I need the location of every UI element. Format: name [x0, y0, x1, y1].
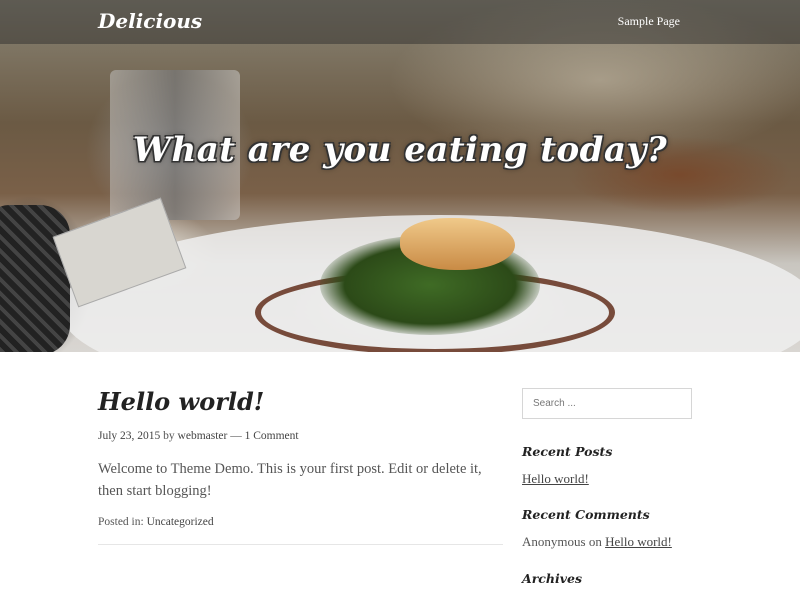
post-meta: July 23, 2015 by webmaster — 1 Comment — [98, 430, 503, 442]
post-categories: Posted in: Uncategorized — [98, 516, 503, 528]
post-article: Hello world! July 23, 2015 by webmaster … — [98, 386, 503, 528]
post-body: Welcome to Theme Demo. This is your firs… — [98, 461, 482, 499]
post-comments-link[interactable]: 1 Comment — [245, 430, 299, 442]
post-title[interactable]: Hello world! — [98, 386, 503, 418]
category-link-uncategorized[interactable]: Uncategorized — [147, 516, 214, 528]
nav-item-sample-page[interactable]: Sample Page — [618, 14, 680, 29]
widget-title-archives: Archives — [522, 571, 582, 586]
recent-post-link[interactable]: Hello world! — [522, 471, 589, 487]
comment-on-label: on — [588, 534, 602, 549]
hero-tagline: What are you eating today? — [132, 130, 668, 170]
widget-recent-posts: Recent Posts Hello world! — [522, 444, 692, 487]
comment-post-link[interactable]: Hello world! — [605, 534, 672, 549]
widget-title-recent-posts: Recent Posts — [522, 444, 613, 459]
hero-fish-image — [400, 218, 515, 270]
site-title-link[interactable]: Delicious — [98, 9, 202, 33]
post-date-link[interactable]: July 23, 2015 — [98, 430, 160, 442]
post-divider — [98, 544, 503, 545]
widget-archives: Archives — [522, 571, 692, 586]
site-header: Delicious Sample Page — [0, 0, 800, 44]
post-author-link[interactable]: webmaster — [178, 430, 228, 442]
sidebar: Recent Posts Hello world! Recent Comment… — [522, 388, 692, 586]
post-by-label: by — [163, 430, 175, 442]
posted-in-label: Posted in: — [98, 516, 144, 528]
widget-recent-comments: Recent Comments Anonymous on Hello world… — [522, 507, 692, 550]
hero-banner: Delicious Sample Page What are you eatin… — [0, 0, 800, 352]
comment-author: Anonymous — [522, 534, 586, 549]
recent-comment-item: Anonymous on Hello world! — [522, 534, 692, 550]
post-meta-separator: — — [230, 430, 242, 442]
widget-title-recent-comments: Recent Comments — [522, 507, 650, 522]
hero-basket-image — [0, 205, 70, 352]
search-input[interactable] — [522, 388, 692, 419]
